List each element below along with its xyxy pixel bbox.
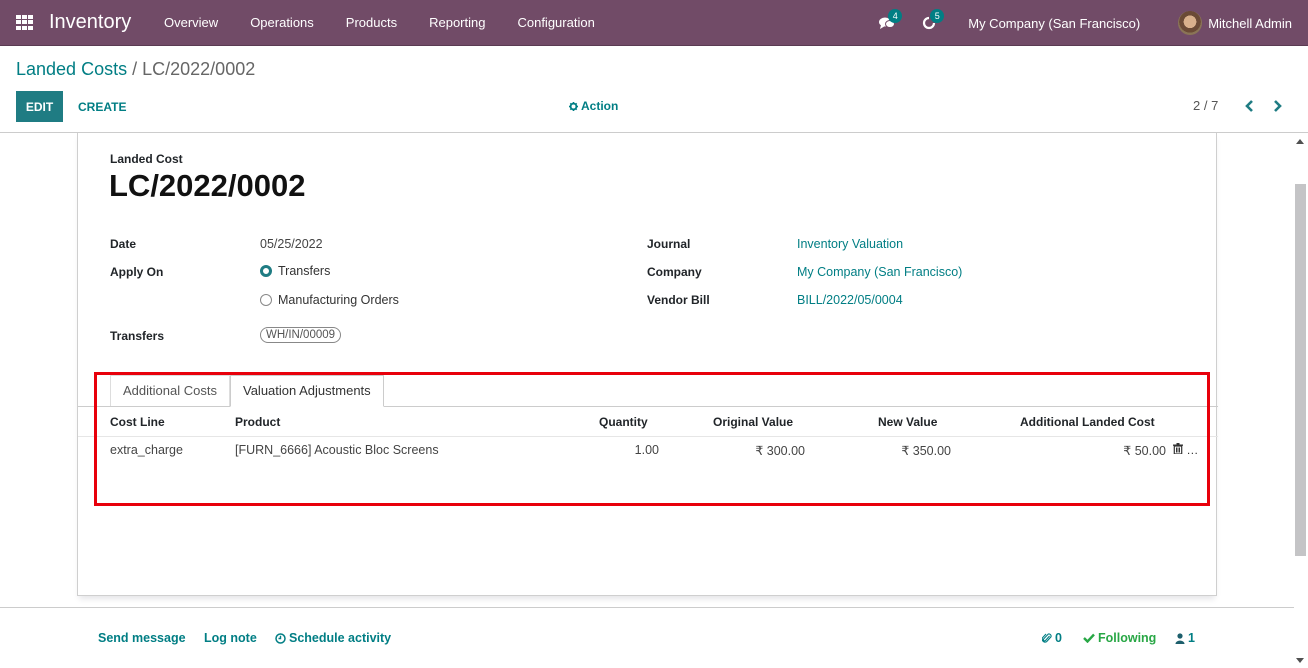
breadcrumb-separator: / — [132, 59, 138, 79]
pager-value[interactable]: 2 / 7 — [1193, 98, 1218, 113]
messaging-menu[interactable]: 4 — [874, 0, 903, 46]
transfers-label: Transfers — [110, 329, 165, 343]
action-dropdown[interactable]: Action — [569, 99, 618, 113]
user-avatar — [1178, 11, 1203, 35]
chatter-divider — [0, 607, 1294, 608]
menu-item-reporting[interactable]: Reporting — [413, 0, 501, 46]
create-button[interactable]: CREATE — [70, 91, 134, 122]
radio-label: Transfers — [278, 264, 331, 278]
followers-count: 1 — [1188, 631, 1195, 645]
column-header-product[interactable]: Product — [235, 415, 280, 429]
menu-item-products[interactable]: Products — [330, 0, 413, 46]
column-header-original-value[interactable]: Original Value — [713, 415, 793, 429]
pager-next-button[interactable] — [1269, 96, 1285, 116]
company-label: Company — [647, 265, 702, 279]
schedule-activity-button[interactable]: Schedule activity — [275, 631, 391, 645]
check-icon — [1083, 633, 1095, 643]
table-header-divider — [78, 436, 1218, 437]
journal-label: Journal — [647, 237, 691, 251]
cell-cost-line: extra_charge — [110, 443, 183, 457]
cell-original-value: ₹ 300.00 — [755, 444, 805, 458]
breadcrumb: Landed Costs / LC/2022/0002 — [16, 59, 255, 80]
cell-additional-landed-cost: ₹ 50.00 — [1123, 444, 1166, 458]
pager-previous-button[interactable] — [1241, 96, 1257, 116]
scroll-down-arrow-icon[interactable] — [1296, 658, 1304, 663]
menu-item-overview[interactable]: Overview — [148, 0, 234, 46]
user-icon — [1175, 632, 1185, 644]
messages-badge: 4 — [888, 9, 903, 23]
date-label: Date — [110, 237, 137, 251]
action-label: Action — [581, 99, 619, 113]
trash-icon — [1173, 443, 1183, 455]
attachments-button[interactable]: 0 — [1042, 631, 1062, 645]
radio-unchecked-icon — [260, 294, 272, 306]
activities-badge: 5 — [930, 9, 945, 23]
company-switcher[interactable]: My Company (San Francisco) — [968, 16, 1140, 31]
column-header-cost-line[interactable]: Cost Line — [110, 415, 165, 429]
date-value: 05/25/2022 — [260, 237, 323, 251]
apps-menu-icon[interactable] — [16, 15, 33, 30]
transfer-tag[interactable]: WH/IN/00009 — [260, 327, 342, 343]
scroll-up-arrow-icon[interactable] — [1296, 139, 1304, 144]
radio-checked-icon — [260, 265, 272, 277]
user-menu[interactable]: Mitchell Admin — [1178, 11, 1292, 35]
column-header-new-value[interactable]: New Value — [878, 415, 937, 429]
activity-menu[interactable]: 5 — [916, 0, 945, 46]
schedule-activity-label: Schedule activity — [289, 631, 392, 645]
cell-new-value: ₹ 350.00 — [901, 444, 951, 458]
edit-button[interactable]: EDIT — [16, 91, 63, 122]
chevron-left-icon — [1244, 100, 1253, 112]
menu-item-operations[interactable]: Operations — [234, 0, 330, 46]
clock-icon — [275, 632, 286, 644]
radio-label: Manufacturing Orders — [278, 293, 399, 307]
menu-item-configuration[interactable]: Configuration — [501, 0, 610, 46]
followers-button[interactable]: 1 — [1175, 631, 1195, 645]
systray: 4 5 My Company (San Francisco) Mitchell … — [874, 0, 1308, 46]
record-name: LC/2022/0002 — [109, 168, 306, 203]
apply-on-transfers-radio[interactable]: Transfers — [260, 264, 330, 278]
apply-on-label: Apply On — [110, 265, 164, 279]
gear-icon — [569, 101, 578, 111]
log-note-button[interactable]: Log note — [204, 631, 257, 645]
vendor-bill-link[interactable]: BILL/2022/05/0004 — [797, 293, 903, 307]
company-link[interactable]: My Company (San Francisco) — [797, 265, 962, 279]
ellipsis: … — [1186, 443, 1199, 457]
breadcrumb-landed-costs[interactable]: Landed Costs — [16, 59, 127, 79]
following-label: Following — [1098, 631, 1157, 645]
apply-on-manufacturing-radio[interactable]: Manufacturing Orders — [260, 293, 399, 307]
tab-valuation-adjustments[interactable]: Valuation Adjustments — [230, 375, 384, 407]
delete-row-button[interactable]: … — [1173, 443, 1198, 457]
chevron-right-icon — [1273, 100, 1282, 112]
form-sheet: Landed Cost LC/2022/0002 Date 05/25/2022… — [77, 133, 1218, 596]
column-header-quantity[interactable]: Quantity — [599, 415, 648, 429]
cell-product: [FURN_6666] Acoustic Bloc Screens — [235, 443, 439, 457]
attachments-count: 0 — [1055, 631, 1062, 645]
paperclip-icon — [1042, 633, 1052, 643]
form-view: Landed Cost LC/2022/0002 Date 05/25/2022… — [0, 133, 1294, 607]
tab-additional-costs[interactable]: Additional Costs — [110, 375, 230, 407]
top-navbar: Inventory Overview Operations Products R… — [0, 0, 1308, 46]
user-name: Mitchell Admin — [1208, 15, 1292, 31]
cell-quantity: 1.00 — [634, 443, 659, 457]
scrollbar-thumb[interactable] — [1295, 184, 1306, 556]
vendor-bill-label: Vendor Bill — [647, 293, 710, 307]
following-button[interactable]: Following — [1083, 631, 1156, 645]
journal-link[interactable]: Inventory Valuation — [797, 237, 903, 251]
breadcrumb-current: LC/2022/0002 — [142, 59, 256, 79]
main-menu: Overview Operations Products Reporting C… — [148, 0, 611, 46]
column-header-additional-landed-cost[interactable]: Additional Landed Cost — [1020, 415, 1155, 429]
app-name[interactable]: Inventory — [49, 11, 131, 34]
record-type-label: Landed Cost — [110, 152, 183, 166]
send-message-button[interactable]: Send message — [98, 631, 186, 645]
